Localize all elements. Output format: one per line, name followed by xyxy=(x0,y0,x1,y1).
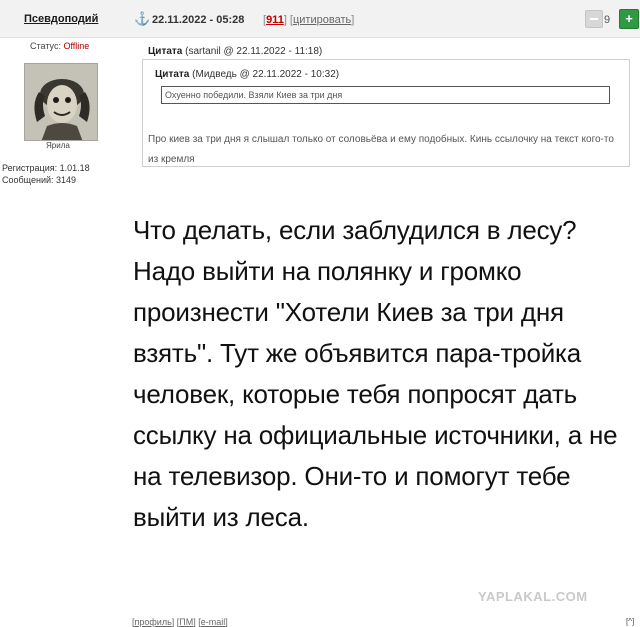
anchor-icon[interactable]: ⚓ xyxy=(134,11,150,27)
outer-quote-meta: (sartanil @ 22.11.2022 - 11:18) xyxy=(185,46,323,57)
outer-quote-text: Про киев за три дня я слышал только от с… xyxy=(148,134,614,165)
registration-date: Регистрация: 1.01.18 xyxy=(2,163,90,173)
outer-quote-box: Цитата (Мидведь @ 22.11.2022 - 10:32) Ох… xyxy=(142,59,630,167)
scroll-top-link[interactable]: [^] xyxy=(626,617,634,626)
post-header: Псевдоподий ⚓ 22.11.2022 - 05:28 [911] [… xyxy=(0,0,640,38)
rate-minus-icon[interactable] xyxy=(585,10,603,28)
email-link[interactable]: e-mail xyxy=(201,617,226,627)
post-body-text: Что делать, если заблудился в лесу? Надо… xyxy=(133,215,618,532)
inner-quote-text: Охуенно победили. Взяли Киев за три дня xyxy=(165,90,343,100)
status-label: Статус: xyxy=(30,41,61,51)
avatar-caption: Ярила xyxy=(46,141,70,150)
user-status: Статус: Offline xyxy=(30,41,89,51)
post-links: [911] [цитировать] xyxy=(263,14,354,26)
watermark: YAPLAKAL.COM xyxy=(478,589,588,604)
bracket-sep: ] [ xyxy=(283,14,293,26)
author-name[interactable]: Псевдоподий xyxy=(24,13,98,25)
inner-quote-label: Цитата xyxy=(155,69,190,80)
inner-quote-header: Цитата (Мидведь @ 22.11.2022 - 10:32) xyxy=(155,69,339,80)
bracket-close: ] xyxy=(351,14,355,26)
status-value: Offline xyxy=(63,41,90,51)
profile-link[interactable]: профиль xyxy=(135,617,172,627)
message-count: Сообщений: 3149 xyxy=(2,175,77,185)
avatar-image xyxy=(25,64,97,140)
outer-quote-header: Цитата (sartanil @ 22.11.2022 - 11:18) xyxy=(148,46,322,57)
outer-quote-label: Цитата xyxy=(148,46,183,57)
footer-links: [профиль] [ПМ] [e-mail] xyxy=(132,617,228,627)
post-date: 22.11.2022 - 05:28 xyxy=(152,14,245,26)
footer-sep-2: ] [ xyxy=(193,617,201,627)
avatar[interactable] xyxy=(24,63,98,141)
pm-link[interactable]: ПМ xyxy=(179,617,193,627)
footer-bracket-2: ] xyxy=(225,617,228,627)
inner-quote-meta: (Мидведь @ 22.11.2022 - 10:32) xyxy=(192,69,340,80)
rate-plus-icon[interactable]: + xyxy=(619,9,639,29)
inner-quote-box: Охуенно победили. Взяли Киев за три дня xyxy=(161,86,610,104)
rating-count: 9 xyxy=(604,14,611,26)
post-number-link[interactable]: 911 xyxy=(266,14,284,26)
quote-link[interactable]: цитировать xyxy=(293,14,351,26)
